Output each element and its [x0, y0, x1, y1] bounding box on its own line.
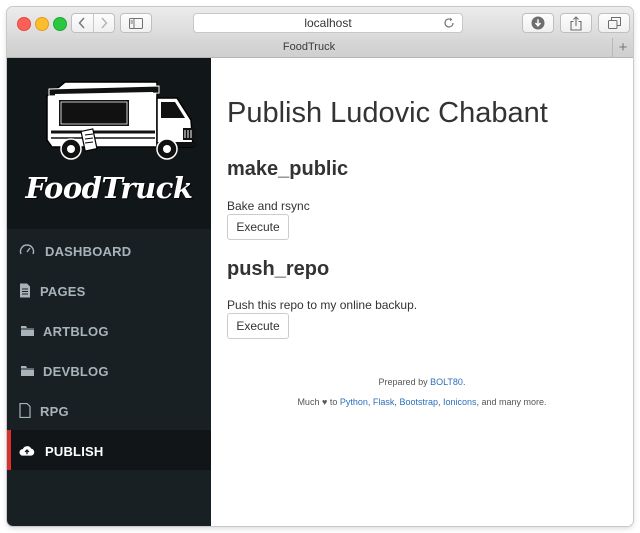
sidebar-icon — [129, 17, 143, 29]
footer-text: Much — [297, 397, 320, 407]
active-indicator — [7, 430, 11, 470]
tab-foodtruck[interactable]: FoodTruck — [7, 41, 611, 53]
bootstrap-link[interactable]: Bootstrap — [399, 397, 438, 407]
logo-text: FoodTruck — [25, 171, 193, 205]
sidebar-item-label: PAGES — [40, 284, 86, 299]
speedometer-icon — [19, 242, 35, 258]
target-description: Bake and rsync — [227, 199, 310, 213]
chevron-left-icon — [78, 17, 85, 29]
main-content: Publish Ludovic Chabant make_public Bake… — [211, 58, 633, 526]
tab-bar: FoodTruck + — [7, 38, 633, 58]
footer-text: to — [329, 397, 338, 407]
sidebar-item-label: PUBLISH — [45, 444, 104, 459]
new-tab-button[interactable]: + — [612, 38, 633, 57]
browser-toolbar: localhost — [7, 7, 633, 39]
back-button[interactable] — [72, 14, 93, 32]
tabs-icon — [607, 17, 621, 29]
close-window-button[interactable] — [17, 17, 31, 31]
downloads-button[interactable] — [522, 13, 554, 33]
execute-push-repo-button[interactable]: Execute — [227, 313, 289, 339]
sidebar-item-label: DEVBLOG — [43, 364, 109, 379]
address-url: localhost — [304, 16, 352, 30]
folder-icon — [19, 322, 35, 338]
document-icon — [17, 282, 33, 298]
document-outline-icon — [17, 402, 33, 418]
download-icon — [531, 16, 545, 30]
logo[interactable]: FoodTruck — [7, 58, 211, 229]
sidebar-item-artblog[interactable]: ARTBLOG — [7, 310, 211, 350]
minimize-window-button[interactable] — [35, 17, 49, 31]
share-button[interactable] — [560, 13, 592, 33]
bolt80-link[interactable]: BOLT80 — [430, 377, 463, 387]
sidebar-item-devblog[interactable]: DEVBLOG — [7, 350, 211, 390]
footer-text: . — [462, 377, 466, 387]
execute-make-public-button[interactable]: Execute — [227, 214, 289, 240]
show-sidebar-button[interactable] — [120, 13, 152, 33]
page-title: Publish Ludovic Chabant — [227, 97, 548, 129]
footer-text: , and many more. — [476, 397, 547, 407]
footer-text: Prepared by — [378, 377, 431, 387]
tab-overview-button[interactable] — [598, 13, 630, 33]
forward-button[interactable] — [92, 14, 115, 32]
sidebar-item-publish[interactable]: PUBLISH — [7, 430, 211, 470]
sidebar-item-rpg[interactable]: RPG — [7, 390, 211, 430]
share-icon — [570, 15, 582, 31]
python-link[interactable]: Python — [340, 397, 368, 407]
chevron-right-icon — [101, 17, 108, 29]
sidebar-item-dashboard[interactable]: DASHBOARD — [7, 230, 211, 270]
food-truck-icon — [46, 81, 197, 160]
ionicons-link[interactable]: Ionicons — [443, 397, 477, 407]
footer-prepared: Prepared by BOLT80. — [211, 377, 633, 387]
sidebar-item-label: RPG — [40, 404, 69, 419]
folder-icon — [19, 362, 35, 378]
heart-icon: ♥ — [321, 397, 328, 407]
flask-link[interactable]: Flask — [373, 397, 395, 407]
sidebar-item-label: ARTBLOG — [43, 324, 109, 339]
sidebar-item-label: DASHBOARD — [45, 244, 132, 259]
reload-icon[interactable] — [443, 17, 455, 29]
target-name: push_repo — [227, 258, 330, 280]
target-name: make_public — [227, 158, 349, 180]
sidebar-menu: DASHBOARD PAGES ARTBLOG DEVBLOG RPG PUBL… — [7, 230, 211, 470]
footer-credits: Much ♥ to Python, Flask, Bootstrap, Ioni… — [211, 397, 633, 407]
target-description: Push this repo to my online backup. — [227, 298, 418, 312]
cloud-upload-icon — [19, 442, 35, 458]
sidebar: FoodTruck DASHBOARD PAGES ARTBLOG DEVBLO… — [7, 58, 211, 526]
address-bar[interactable]: localhost — [193, 13, 463, 33]
browser-window: localhost FoodTruck + FoodTruck DASHBOAR… — [7, 7, 633, 526]
sidebar-item-pages[interactable]: PAGES — [7, 270, 211, 310]
zoom-window-button[interactable] — [53, 17, 67, 31]
history-nav — [71, 13, 115, 33]
